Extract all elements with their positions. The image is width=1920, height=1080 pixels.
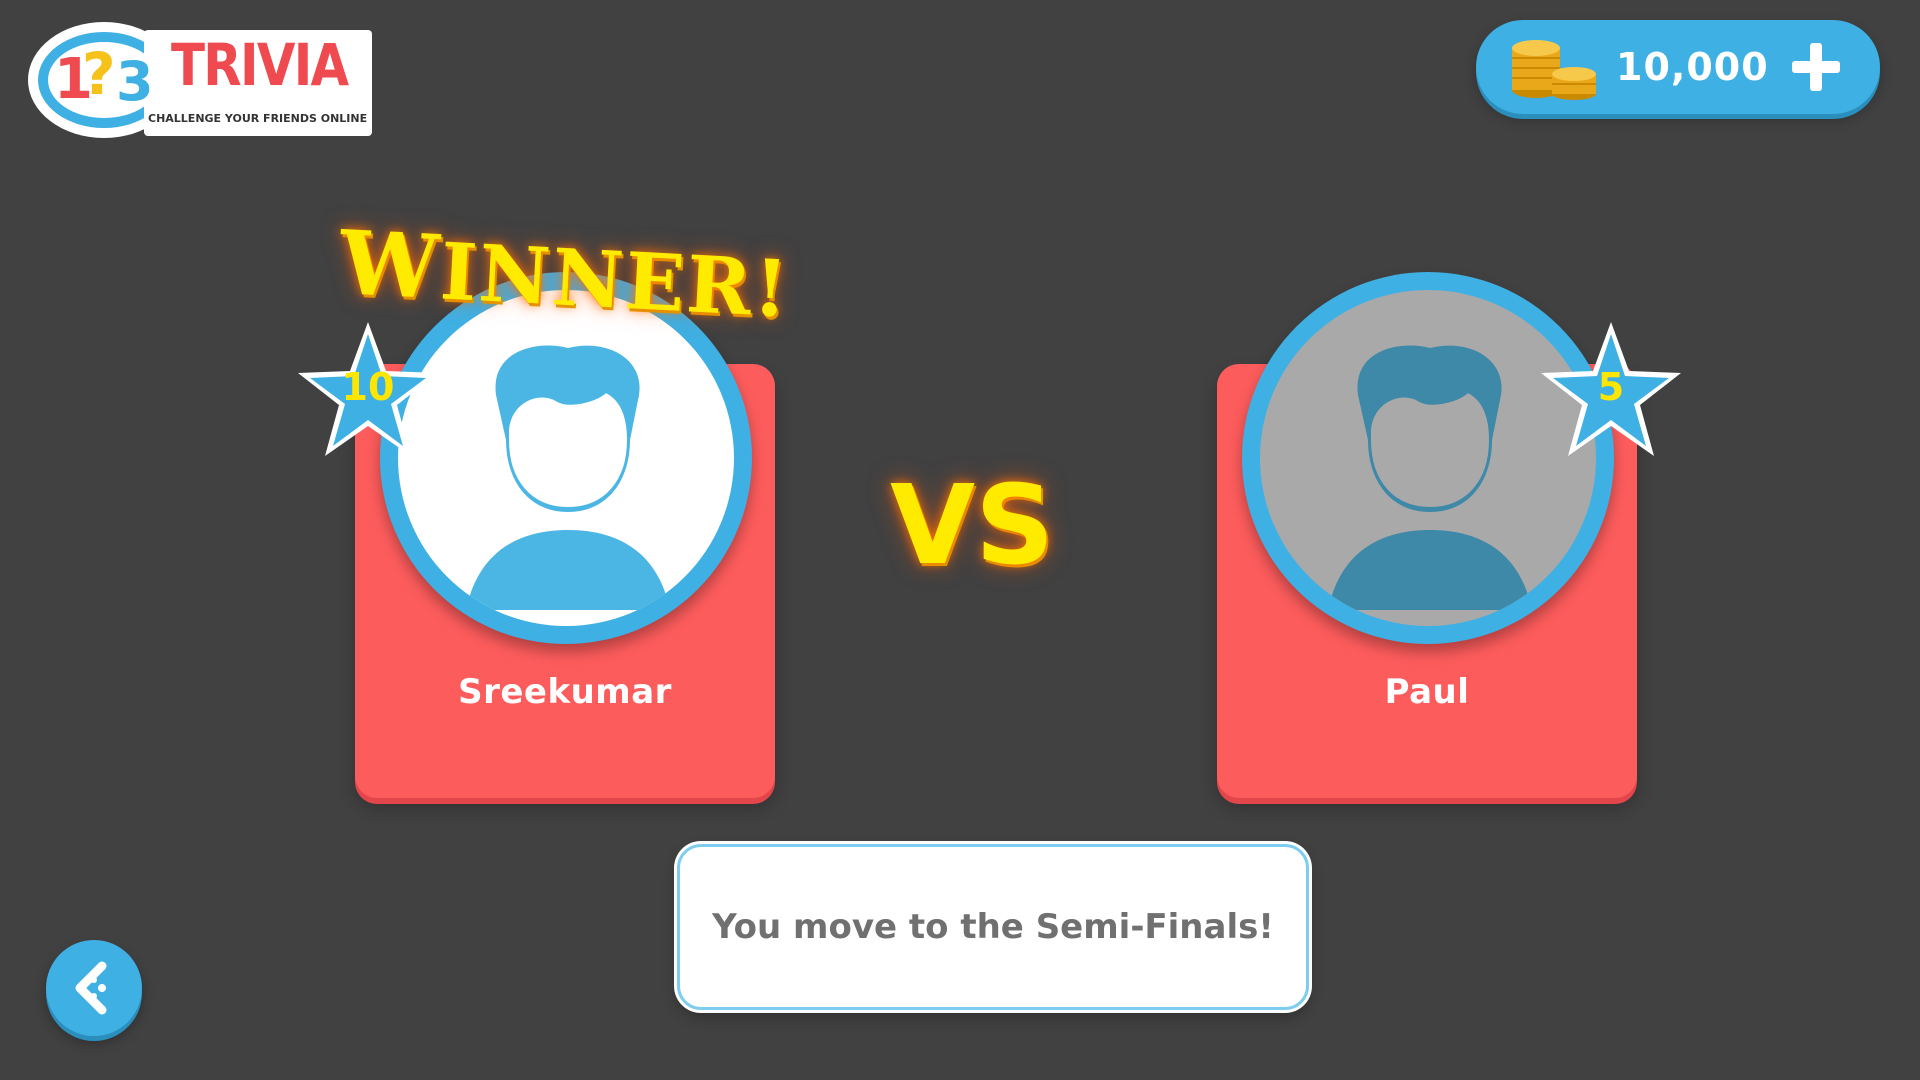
score-star-badge: 10: [293, 316, 443, 466]
coin-stack-icon: [1510, 34, 1600, 104]
player-name: Paul: [1384, 672, 1470, 712]
back-arrow-icon: [75, 961, 107, 1015]
result-message-box: You move to the Semi-Finals!: [677, 844, 1309, 1010]
plus-icon: [1792, 43, 1840, 91]
player-name: Sreekumar: [458, 672, 672, 712]
coin-balance: 10,000: [1476, 20, 1880, 114]
versus-label: VS: [890, 461, 1055, 589]
score-star-badge: 5: [1536, 316, 1686, 466]
svg-text:3: 3: [116, 50, 154, 113]
player-score: 10: [341, 365, 395, 409]
logo-tagline: CHALLENGE YOUR FRIENDS ONLINE: [148, 112, 368, 125]
user-silhouette-icon: [398, 290, 734, 626]
add-coins-button[interactable]: [1786, 37, 1846, 97]
app-logo: 1 ? 3 TRIVIA CHALLENGE YOUR FRIENDS ONLI…: [24, 14, 374, 142]
result-message: You move to the Semi-Finals!: [712, 907, 1274, 947]
back-button[interactable]: [46, 940, 142, 1036]
svg-text:?: ?: [82, 40, 116, 108]
avatar-image: [398, 290, 734, 626]
coin-amount: 10,000: [1616, 45, 1769, 89]
player-score: 5: [1597, 365, 1625, 409]
logo-title: TRIVIA: [171, 31, 349, 99]
match-result-screen: 1 ? 3 TRIVIA CHALLENGE YOUR FRIENDS ONLI…: [0, 0, 1920, 1080]
